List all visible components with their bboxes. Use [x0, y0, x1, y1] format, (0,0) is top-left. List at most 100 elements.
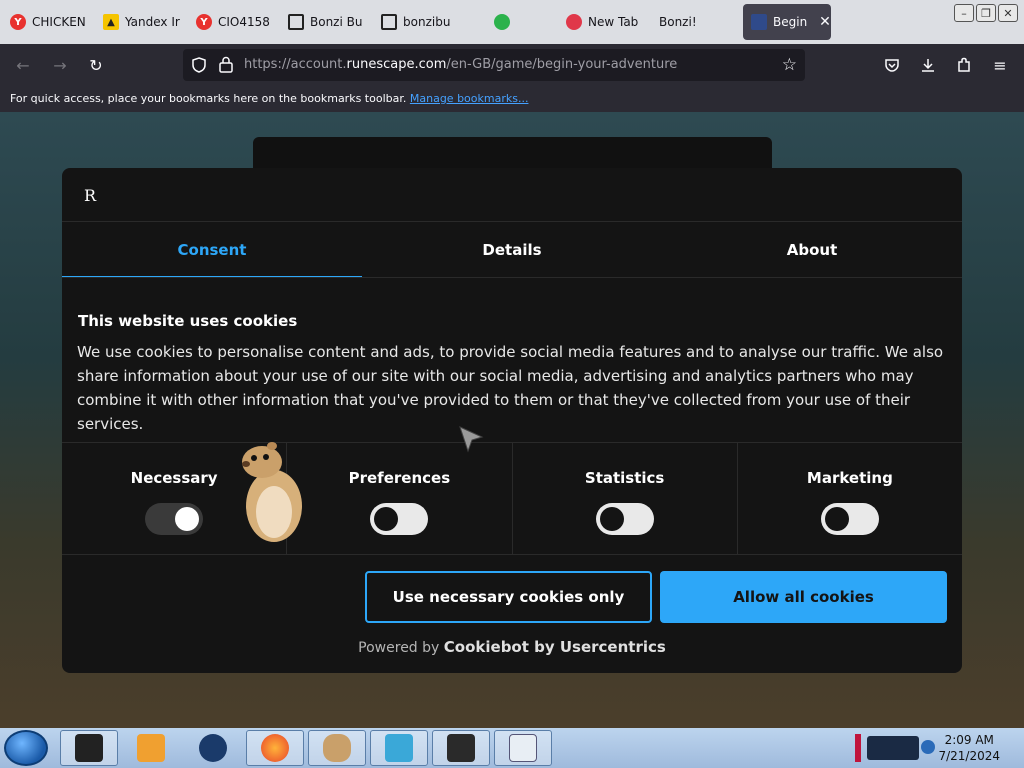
- firefox-icon: [566, 14, 582, 30]
- use-necessary-cookies-button[interactable]: Use necessary cookies only: [365, 571, 652, 623]
- back-icon[interactable]: ←: [13, 55, 33, 75]
- yandex-icon: Y: [10, 14, 26, 30]
- tab-bonzi[interactable]: Bonzi!: [659, 8, 729, 36]
- taskbar-app-3[interactable]: [184, 730, 242, 766]
- taskbar-app-2[interactable]: [122, 730, 180, 766]
- cookie-toggles: Necessary Preferences Statistics Marketi…: [62, 442, 962, 555]
- navigation-bar: ← → ↻ https://account.runescape.com/en-G…: [0, 44, 1024, 86]
- tab-strip: Y CHICKEN ▲ Yandex Ir Y CIO4158 Bonzi Bu…: [0, 0, 1024, 44]
- tray-app-icon[interactable]: [867, 736, 919, 760]
- lock-icon[interactable]: [219, 56, 233, 73]
- clock-date: 7/21/2024: [938, 749, 1000, 763]
- toggle-label: Preferences: [348, 469, 451, 487]
- powered-prefix: Powered by: [358, 640, 440, 656]
- tab-green-icon[interactable]: [494, 8, 530, 36]
- yandex-images-icon: ▲: [103, 14, 119, 30]
- manage-bookmarks-link[interactable]: Manage bookmarks...: [410, 92, 529, 105]
- tab-yandex-images[interactable]: ▲ Yandex Ir: [103, 8, 183, 36]
- toggle-label: Statistics: [584, 469, 665, 487]
- tab-label: CHICKEN: [32, 15, 86, 29]
- extensions-icon[interactable]: [954, 55, 974, 75]
- window-controls: – ❐ ✕: [954, 4, 1018, 22]
- taskbar-clock[interactable]: 2:09 AM 7/21/2024: [938, 732, 1000, 764]
- hamster-icon: [323, 734, 351, 762]
- mouse-cursor-icon: [459, 426, 484, 453]
- necessary-toggle[interactable]: [145, 503, 204, 535]
- marketing-toggle[interactable]: [820, 503, 879, 535]
- tab-label: Begin: [773, 15, 808, 29]
- tab-label: Bonzi!: [659, 15, 697, 29]
- shield-icon[interactable]: [191, 57, 207, 73]
- tab-bonzibu[interactable]: bonzibu: [381, 8, 461, 36]
- restore-icon[interactable]: ❐: [976, 4, 996, 22]
- toggle-marketing-cell: Marketing: [736, 443, 962, 554]
- pocket-icon[interactable]: [882, 55, 902, 75]
- url-text[interactable]: https://account.runescape.com/en-GB/game…: [244, 57, 677, 72]
- cookiebot-brand-link[interactable]: Cookiebot by Usercentrics: [444, 638, 666, 656]
- firefox-icon: [261, 734, 289, 762]
- yandex-icon: Y: [196, 14, 212, 30]
- tab-begin[interactable]: Begin ✕: [743, 4, 831, 40]
- start-button-icon[interactable]: [4, 730, 48, 766]
- toggle-label: Marketing: [806, 469, 893, 487]
- statistics-toggle[interactable]: [595, 503, 654, 535]
- reload-icon[interactable]: ↻: [86, 55, 106, 75]
- cookiebot-logo: R: [84, 186, 97, 205]
- tab-cio[interactable]: Y CIO4158: [196, 8, 280, 36]
- dialog-heading: This website uses cookies: [78, 312, 298, 330]
- network-icon[interactable]: [921, 740, 935, 754]
- tab-details[interactable]: Details: [362, 222, 662, 278]
- taskbar-bonzi[interactable]: [308, 730, 366, 766]
- taskbar-app-1[interactable]: [60, 730, 118, 766]
- media-player-icon: [137, 734, 165, 762]
- url-path: /en-GB/game/begin-your-adventure: [446, 57, 678, 72]
- taskbar-runelite[interactable]: [432, 730, 490, 766]
- bookmarks-hint: For quick access, place your bookmarks h…: [10, 92, 407, 105]
- toggle-statistics-cell: Statistics: [511, 443, 737, 554]
- toggle-preferences-cell: Preferences: [286, 443, 511, 554]
- tab-chicken[interactable]: Y CHICKEN: [10, 8, 92, 36]
- powered-by-footer: Powered by Cookiebot by Usercentrics: [62, 638, 962, 656]
- menu-icon[interactable]: ≡: [990, 55, 1010, 75]
- runescape-icon: [751, 14, 767, 30]
- tab-new-tab[interactable]: New Tab: [566, 8, 646, 36]
- bookmarks-toolbar: For quick access, place your bookmarks h…: [0, 86, 1024, 112]
- consent-tabs: Consent Details About: [62, 222, 962, 278]
- forward-icon[interactable]: →: [50, 55, 70, 75]
- green-app-icon: [494, 14, 510, 30]
- tab-label: Bonzi Bu: [310, 15, 363, 29]
- bank-icon: [288, 14, 304, 30]
- url-bar[interactable]: https://account.runescape.com/en-GB/game…: [183, 49, 805, 81]
- installer-icon: [385, 734, 413, 762]
- dialog-body: We use cookies to personalise content an…: [77, 343, 944, 433]
- taskbar-app-6[interactable]: [370, 730, 428, 766]
- tab-about[interactable]: About: [662, 222, 962, 278]
- bank-icon: [381, 14, 397, 30]
- system-tray: [855, 732, 935, 764]
- close-window-icon[interactable]: ✕: [998, 4, 1018, 22]
- tab-consent[interactable]: Consent: [62, 222, 362, 278]
- tab-label: bonzibu: [403, 15, 451, 29]
- allow-all-cookies-button[interactable]: Allow all cookies: [660, 571, 947, 623]
- document-icon: [509, 734, 537, 762]
- download-icon[interactable]: [918, 55, 938, 75]
- taskbar-app-8[interactable]: [494, 730, 552, 766]
- tray-indicator: [855, 734, 861, 762]
- hamster-mascot-icon[interactable]: [238, 440, 306, 544]
- tab-bonzi-bu[interactable]: Bonzi Bu: [288, 8, 372, 36]
- minimize-icon[interactable]: –: [954, 4, 974, 22]
- preferences-toggle[interactable]: [370, 503, 429, 535]
- bookmark-star-icon[interactable]: ☆: [782, 55, 797, 75]
- globe-icon: [199, 734, 227, 762]
- clock-time: 2:09 AM: [944, 733, 994, 747]
- app-window-icon: [75, 734, 103, 762]
- url-prefix: https://account.: [244, 57, 347, 72]
- windows-taskbar: 2:09 AM 7/21/2024: [0, 728, 1024, 768]
- tab-label: New Tab: [588, 15, 639, 29]
- divider: [62, 277, 962, 278]
- close-icon[interactable]: ✕: [819, 14, 831, 30]
- tab-label: Yandex Ir: [125, 15, 180, 29]
- runelite-icon: [447, 734, 475, 762]
- taskbar-firefox[interactable]: [246, 730, 304, 766]
- tab-label: CIO4158: [218, 15, 270, 29]
